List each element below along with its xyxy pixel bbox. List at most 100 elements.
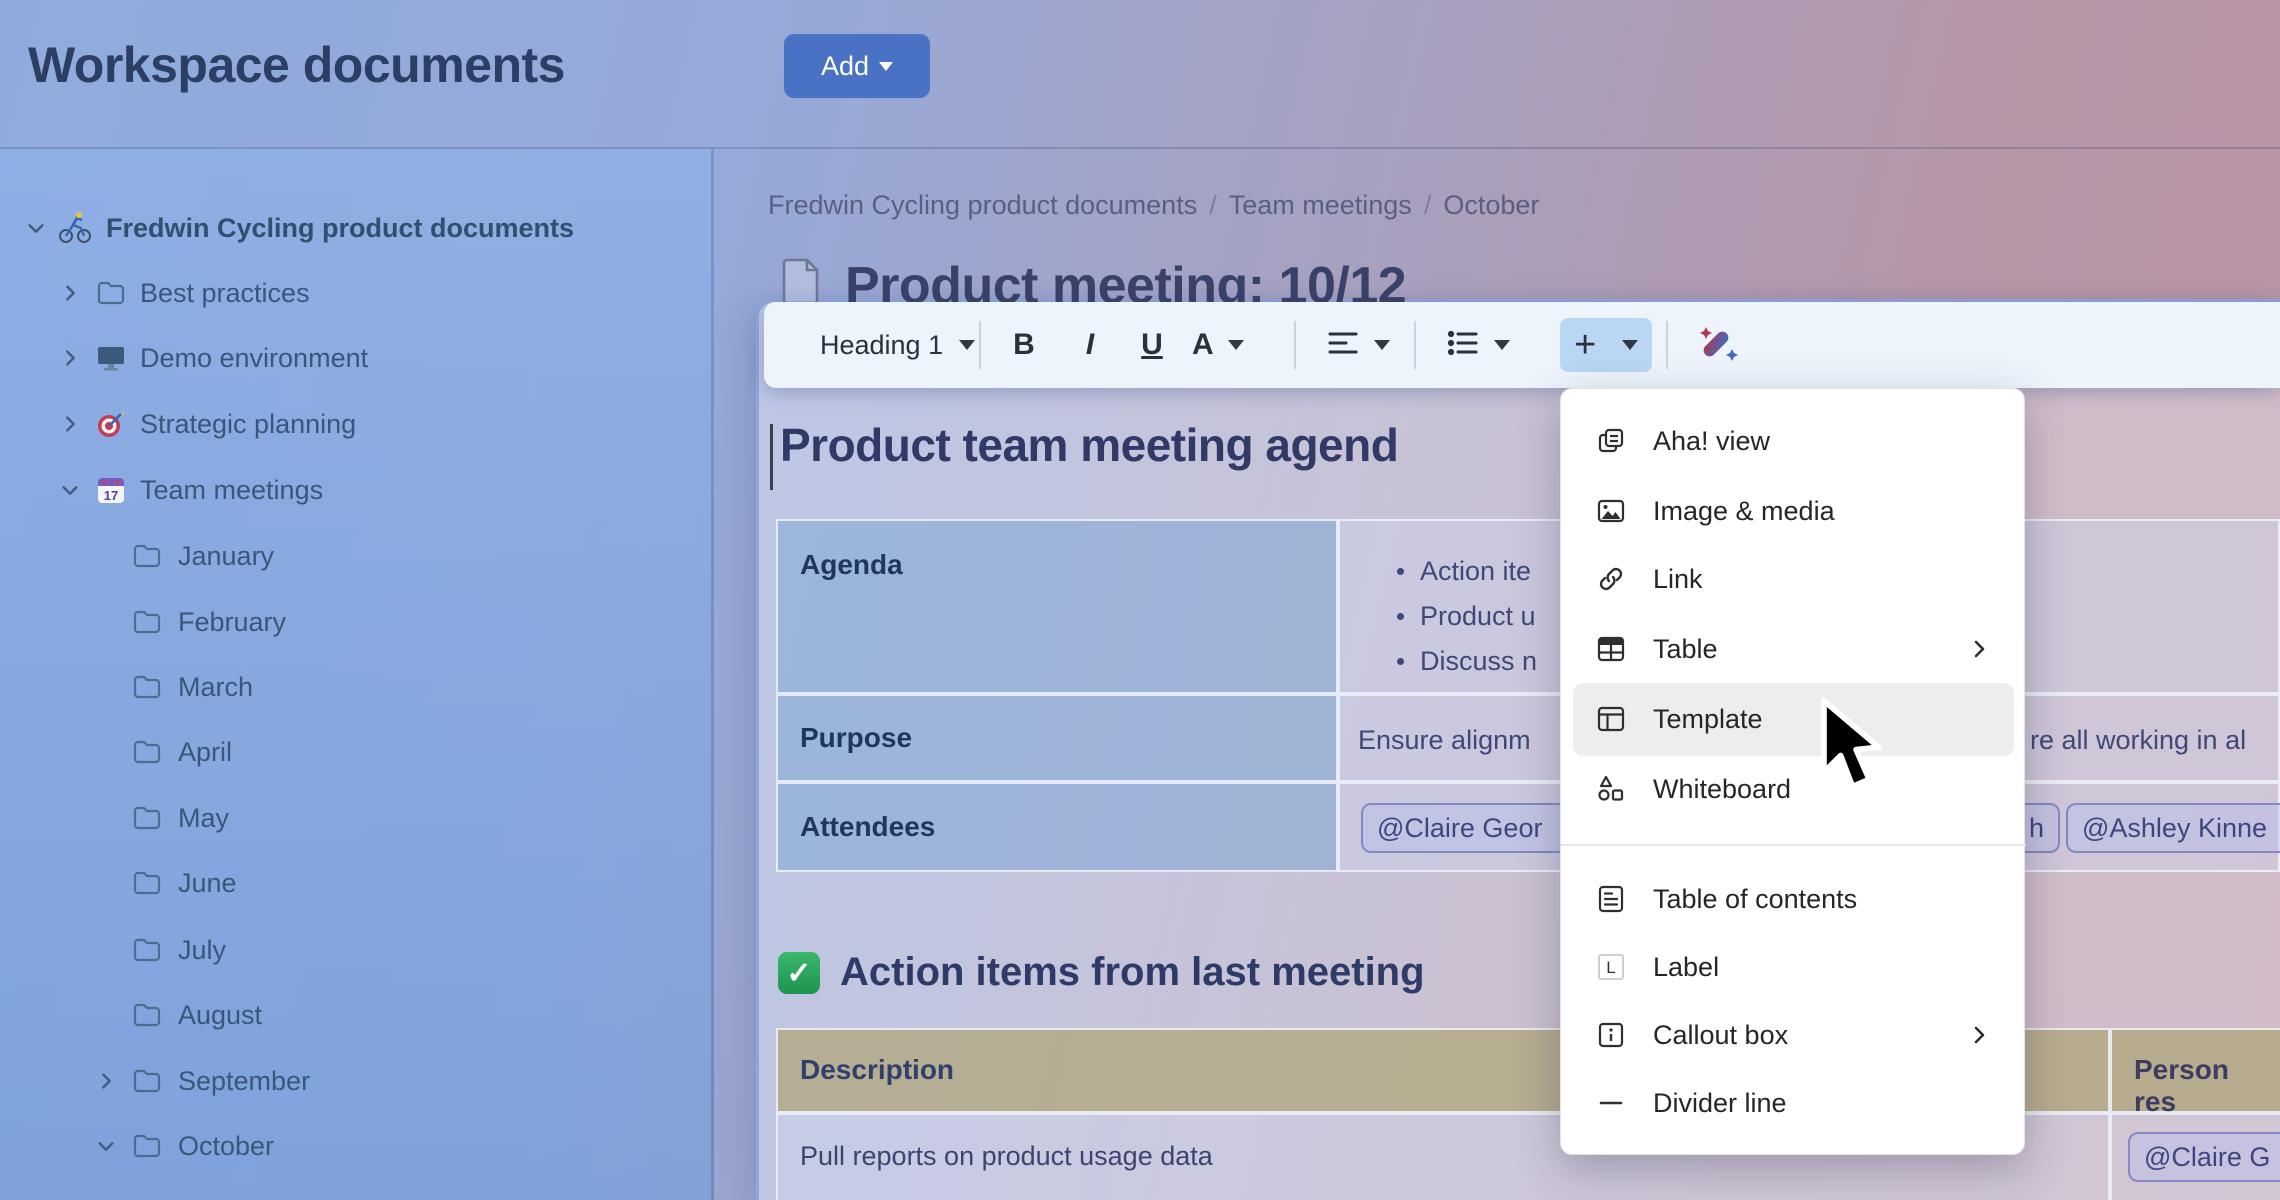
sidebar-content-divider	[711, 149, 714, 1200]
sidebar-item-demo-environment[interactable]: Demo environment	[0, 326, 710, 390]
mention-pill[interactable]: @Claire Geor	[1361, 803, 1567, 853]
mouse-cursor	[1804, 696, 1882, 801]
editor-toolbar: Heading 1 B I U A +	[764, 302, 2280, 388]
folder-icon	[128, 864, 166, 902]
alignment-dropdown[interactable]	[1326, 302, 1390, 388]
heading-style-label: Heading 1	[820, 330, 943, 361]
sidebar-item-best-practices[interactable]: Best practices	[0, 261, 710, 325]
chevron-down-icon	[1228, 340, 1244, 350]
sidebar-item-label: June	[178, 868, 237, 899]
menu-item-divider-line[interactable]: Divider line	[1561, 1075, 2026, 1131]
text-color-dropdown[interactable]: A	[1192, 302, 1244, 388]
agenda-label-cell[interactable]: Agenda	[776, 519, 1338, 694]
chevron-right-icon[interactable]	[92, 1067, 120, 1095]
sidebar-item-label: Strategic planning	[140, 409, 356, 440]
toolbar-separator	[979, 321, 981, 369]
bullet-icon	[1397, 613, 1404, 620]
page-title: Workspace documents	[28, 36, 565, 94]
sidebar-item-team-meetings[interactable]: 17 Team meetings	[0, 458, 710, 522]
menu-item-label[interactable]: L Label	[1561, 939, 2026, 995]
italic-button[interactable]: I	[1070, 302, 1110, 388]
attendees-label-cell[interactable]: Attendees	[776, 782, 1338, 872]
sidebar-item-march[interactable]: March	[0, 655, 710, 719]
calendar-day-number: 17	[104, 488, 118, 503]
mention-pill[interactable]: @Claire G	[2128, 1132, 2280, 1182]
chevron-right-icon	[1969, 639, 1989, 659]
folder-icon	[128, 931, 166, 969]
menu-item-table[interactable]: Table	[1561, 621, 2026, 677]
sidebar-item-august[interactable]: August	[0, 983, 710, 1047]
label-icon: L	[1595, 951, 1627, 983]
chevron-down-icon	[959, 340, 975, 350]
chevron-down-icon[interactable]	[56, 476, 84, 504]
folder-icon	[128, 603, 166, 641]
sidebar-item-july[interactable]: July	[0, 918, 710, 982]
breadcrumb-october[interactable]: October	[1443, 190, 1539, 221]
breadcrumb-team-meetings[interactable]: Team meetings	[1229, 190, 1412, 221]
menu-item-aha-view[interactable]: Aha! view	[1561, 413, 2026, 469]
chevron-right-icon[interactable]	[56, 410, 84, 438]
chevron-down-icon[interactable]	[92, 1132, 120, 1160]
table-icon	[1595, 633, 1627, 665]
chevron-right-icon[interactable]	[56, 344, 84, 372]
magic-wand-icon	[1696, 319, 1744, 372]
purpose-label-cell[interactable]: Purpose	[776, 694, 1338, 782]
sidebar-item-june[interactable]: June	[0, 851, 710, 915]
template-icon	[1595, 703, 1627, 735]
menu-item-table-of-contents[interactable]: Table of contents	[1561, 871, 2026, 927]
sidebar-item-april[interactable]: April	[0, 720, 710, 784]
bullet-list-icon	[1446, 329, 1480, 362]
menu-item-image-media[interactable]: Image & media	[1561, 483, 2026, 539]
sidebar-item-january[interactable]: January	[0, 524, 710, 588]
purpose-text-right: re all working in al	[2030, 725, 2246, 756]
menu-divider	[1561, 844, 2026, 846]
sidebar-item-label: October	[178, 1131, 274, 1162]
menu-item-link[interactable]: Link	[1561, 551, 2026, 607]
folder-icon	[128, 668, 166, 706]
table-of-contents-icon	[1595, 883, 1627, 915]
sidebar-item-february[interactable]: February	[0, 590, 710, 654]
check-mark-icon: ✓	[778, 952, 820, 994]
person-responsible-header-cell[interactable]: Person res	[2110, 1028, 2280, 1113]
image-icon	[1595, 495, 1627, 527]
insert-dropdown-active[interactable]: +	[1560, 318, 1652, 372]
breadcrumb: Fredwin Cycling product documents / Team…	[768, 190, 1539, 221]
chevron-down-icon[interactable]	[22, 214, 50, 242]
sidebar-item-workspace-root[interactable]: Fredwin Cycling product documents	[0, 196, 710, 260]
cyclist-icon	[56, 209, 94, 247]
content-heading-2[interactable]: Action items from last meeting	[840, 950, 1425, 995]
sidebar-item-label: September	[178, 1066, 310, 1097]
toolbar-separator	[1294, 321, 1296, 369]
chevron-down-icon	[1622, 340, 1638, 350]
underline-button[interactable]: U	[1132, 302, 1172, 388]
menu-item-whiteboard[interactable]: Whiteboard	[1561, 761, 2026, 817]
sidebar-item-october[interactable]: October	[0, 1114, 710, 1178]
link-icon	[1595, 563, 1627, 595]
sidebar-item-label: Fredwin Cycling product documents	[106, 213, 574, 244]
breadcrumb-workspace[interactable]: Fredwin Cycling product documents	[768, 190, 1197, 221]
heading-style-dropdown[interactable]: Heading 1	[820, 302, 975, 388]
person-responsible-data-cell[interactable]: @Claire G	[2110, 1113, 2280, 1200]
ai-assistant-button[interactable]	[1696, 302, 1744, 388]
sidebar-item-september[interactable]: September	[0, 1049, 710, 1113]
sidebar-item-strategic-planning[interactable]: Strategic planning	[0, 392, 710, 456]
menu-item-template[interactable]: Template	[1561, 691, 2026, 747]
aha-view-icon	[1595, 425, 1627, 457]
bold-button[interactable]: B	[1004, 302, 1044, 388]
menu-item-callout-box[interactable]: Callout box	[1561, 1007, 2026, 1063]
target-icon	[92, 405, 130, 443]
svg-text:L: L	[1606, 958, 1615, 977]
sidebar-item-label: January	[178, 541, 274, 572]
sidebar-item-may[interactable]: May	[0, 786, 710, 850]
folder-icon	[128, 1127, 166, 1165]
sidebar-item-label: March	[178, 672, 253, 703]
sidebar-item-label: August	[178, 1000, 262, 1031]
app-root: Workspace documents Add Fredwin Cycling …	[0, 0, 2280, 1200]
bullet-icon	[1397, 658, 1404, 665]
chevron-right-icon[interactable]	[56, 279, 84, 307]
content-heading-1[interactable]: Product team meeting agend	[780, 418, 1398, 472]
add-button[interactable]: Add	[784, 34, 930, 98]
mention-pill[interactable]: @Ashley Kinne	[2066, 803, 2280, 853]
list-dropdown[interactable]	[1446, 302, 1510, 388]
breadcrumb-separator: /	[1424, 190, 1432, 221]
